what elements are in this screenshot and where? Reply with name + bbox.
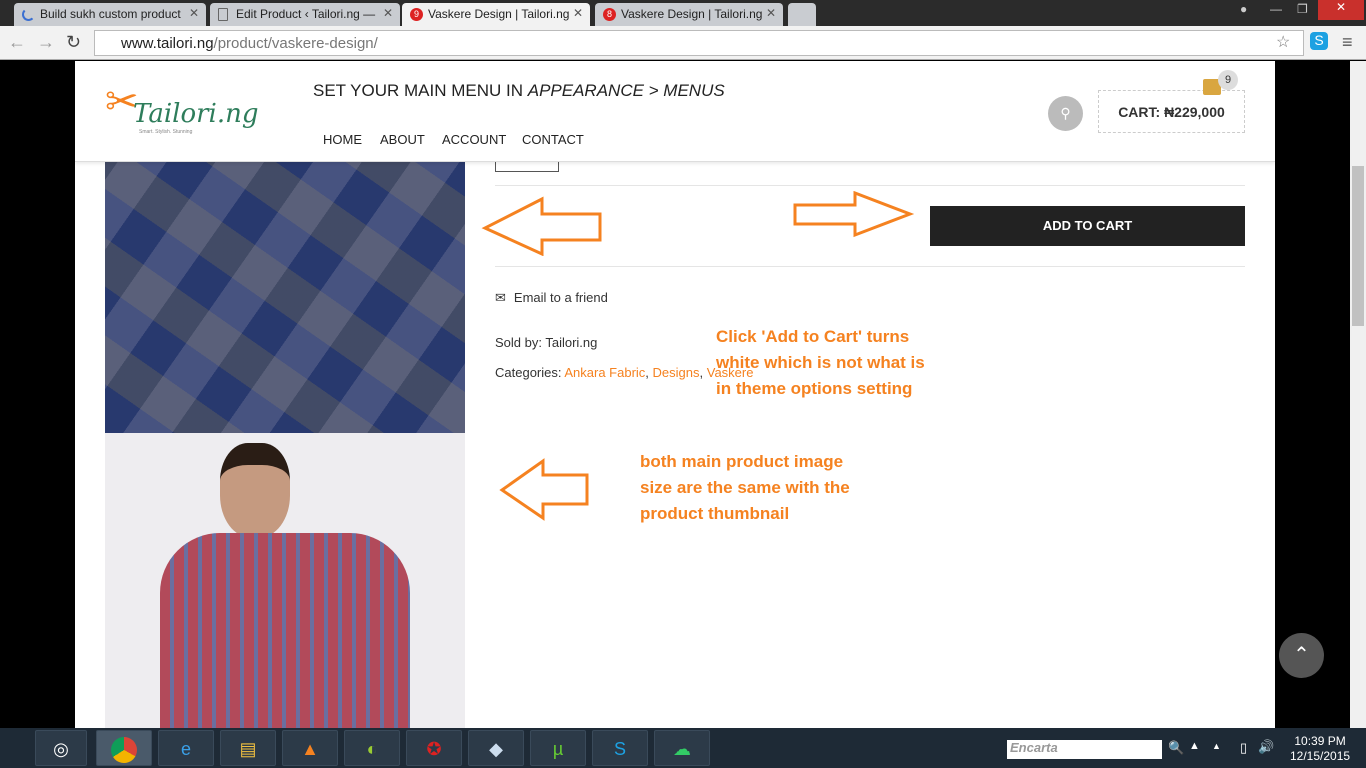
ie-taskbar-icon[interactable]: e [158,730,214,766]
scrollbar-thumb[interactable] [1352,166,1364,326]
annotation-note-add-to-cart: Click 'Add to Cart' turns white which is… [716,327,925,398]
browser-toolbar: ← → ↻ www.tailori.ng/product/vaskere-des… [0,26,1366,60]
volume-icon[interactable]: 🔊 [1258,739,1274,755]
explorer-taskbar-icon[interactable]: ▤ [220,730,276,766]
close-window-button[interactable]: ✕ [1318,0,1364,20]
search-tray-icon[interactable]: 🔍 [1168,740,1184,756]
maximize-button[interactable]: ❐ [1297,2,1308,16]
web-page: ✂ Tailori.ng Smart. Stylish. Stunning SE… [75,61,1275,728]
close-tab-icon[interactable]: ✕ [573,6,583,20]
categories: Categories: Ankara Fabric, Designs, Vask… [495,365,754,380]
tab-title: Build sukh custom product [40,7,181,21]
vertical-scrollbar[interactable] [1350,61,1366,728]
arrow-left-annotation-1 [481,196,602,256]
nav-home[interactable]: HOME [323,132,362,147]
skype-taskbar-icon[interactable]: S [592,730,648,766]
search-button[interactable]: ⚲ [1048,96,1083,131]
model-head [220,443,290,538]
tab-vaskere-active[interactable]: 9 Vaskere Design | Tailori.ng ✕ [402,3,590,26]
category-link[interactable]: Ankara Fabric [564,365,645,380]
battery-icon[interactable]: ▯ [1240,740,1247,756]
menu-notice: SET YOUR MAIN MENU IN APPEARANCE > MENUS [313,81,725,101]
close-tab-icon[interactable]: ✕ [766,6,776,20]
encarta-search-box[interactable]: Encarta [1007,740,1162,759]
back-button[interactable]: ← [8,32,26,53]
clock-time: 10:39 PM [1294,734,1346,748]
cart-count-badge: 9 [1218,70,1238,90]
favicon-badge: 9 [410,8,423,21]
divider [495,185,1245,186]
logo-tagline: Smart. Stylish. Stunning [139,129,193,135]
star-icon[interactable]: ☆ [1276,32,1290,52]
quantity-input[interactable] [495,162,559,172]
utorrent-taskbar-icon[interactable]: µ [530,730,586,766]
url-host: www.tailori.ng [121,35,214,52]
close-tab-icon[interactable]: ✕ [383,6,393,20]
tab-vaskere[interactable]: 8 Vaskere Design | Tailori.ng ✕ [595,3,783,26]
notice-text: SET YOUR MAIN MENU IN [313,81,528,100]
chevron-up-icon: ⌃ [1293,644,1310,666]
sold-by: Sold by: Tailori.ng [495,335,598,350]
download-taskbar-icon[interactable]: ☁ [654,730,710,766]
site-header: ✂ Tailori.ng Smart. Stylish. Stunning SE… [75,61,1275,162]
tab-strip: Build sukh custom product ✕ Edit Product … [0,0,1366,26]
taskbar-app-icon[interactable]: ✪ [406,730,462,766]
scroll-to-top-button[interactable]: ⌃ [1279,633,1324,678]
favicon-badge: 8 [603,8,616,21]
menu-icon[interactable]: ≡ [1342,32,1353,53]
search-icon: ⚲ [1060,105,1071,121]
add-to-cart-button[interactable]: ADD TO CART [930,206,1245,246]
nav-about[interactable]: ABOUT [380,132,425,147]
show-hidden-icons[interactable]: ▲ [1212,741,1221,751]
divider [495,266,1245,267]
user-icon[interactable]: ● [1240,2,1247,16]
tab-title: Vaskere Design | Tailori.ng [621,7,763,21]
close-tab-icon[interactable]: ✕ [189,6,199,20]
forward-button[interactable]: → [37,32,55,53]
tab-edit-product[interactable]: Edit Product ‹ Tailori.ng — ✕ [210,3,400,26]
page-icon [218,8,228,21]
category-link[interactable]: Designs [653,365,700,380]
vlc-taskbar-icon[interactable]: ▲ [282,730,338,766]
product-image-fabric[interactable] [105,160,465,433]
site-logo[interactable]: ✂ Tailori.ng Smart. Stylish. Stunning [105,79,259,144]
envelope-icon: ✉ [495,290,506,305]
reload-button[interactable]: ↻ [66,32,81,53]
tray-arrow-icon[interactable]: ▲ [1189,740,1200,752]
arrow-right-annotation [793,191,915,238]
nav-account[interactable]: ACCOUNT [442,132,506,147]
etisalat-taskbar-icon[interactable]: ◐ [344,730,400,766]
product-image-model[interactable] [105,433,465,728]
clock-date: 12/15/2015 [1290,749,1351,763]
nav-contact[interactable]: CONTACT [522,132,584,147]
cart-button[interactable]: CART: ₦229,000 [1098,90,1245,133]
taskbar-app-icon[interactable]: ◎ [35,730,87,766]
system-clock[interactable]: 10:39 PM 12/15/2015 [1290,734,1350,764]
categories-label: Categories: [495,365,565,380]
logo-text: Tailori.ng [133,99,259,129]
annotation-note-image-size: both main product image size are the sam… [640,452,850,523]
email-friend-link[interactable]: ✉ Email to a friend [495,290,608,306]
email-friend-label: Email to a friend [513,290,608,305]
new-tab-button[interactable] [788,3,816,26]
arrow-left-annotation-2 [499,458,589,521]
model-shirt [160,533,410,728]
skype-extension-icon[interactable]: S [1310,32,1328,50]
windows-taskbar: ◎ e ▤ ▲ ◐ ✪ ◆ µ S ☁ Encarta 🔍 ▲ ▲ ▯ 🔊 10… [0,728,1366,768]
url-path: /product/vaskere-design/ [213,35,378,52]
loading-icon [22,8,35,21]
taskbar-app-icon[interactable]: ◆ [468,730,524,766]
notice-emphasis: APPEARANCE > MENUS [527,81,725,100]
address-bar[interactable]: www.tailori.ng/product/vaskere-design/ [94,30,1304,56]
tab-title: Edit Product ‹ Tailori.ng — [236,7,376,21]
tab-title: Vaskere Design | Tailori.ng [428,7,570,21]
tab-build-sukh[interactable]: Build sukh custom product ✕ [14,3,206,26]
chrome-taskbar-icon[interactable] [96,730,152,766]
minimize-button[interactable]: — [1270,2,1282,16]
